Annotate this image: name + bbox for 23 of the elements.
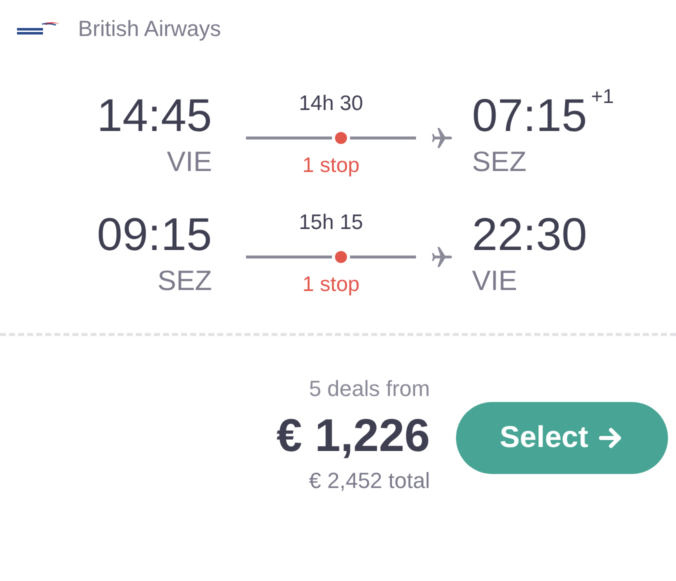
flight-duration: 14h 30 bbox=[298, 92, 364, 116]
airline-name: British Airways bbox=[78, 16, 222, 42]
departure-time: 09:15 bbox=[96, 211, 212, 257]
departure-time: 14:45 bbox=[96, 92, 212, 138]
stops-label: 1 stop bbox=[301, 273, 361, 297]
airport-code: VIE bbox=[472, 265, 518, 297]
airport-code: VIE bbox=[166, 146, 212, 178]
total-price: € 2,452 total bbox=[308, 468, 430, 494]
airport-code: SEZ bbox=[158, 265, 212, 297]
price: € 1,226 bbox=[276, 408, 430, 462]
arrival-time: 22:30 bbox=[472, 211, 588, 257]
select-button[interactable]: Select bbox=[456, 402, 668, 474]
deals-count: 5 deals from bbox=[308, 376, 430, 402]
flight-duration: 15h 15 bbox=[298, 211, 364, 235]
day-offset: +1 bbox=[591, 86, 614, 109]
route-line-icon bbox=[246, 132, 416, 144]
route-line-icon bbox=[246, 251, 416, 263]
stops-label: 1 stop bbox=[301, 154, 361, 178]
airport-code: SEZ bbox=[472, 146, 528, 178]
plane-icon bbox=[430, 245, 454, 269]
arrival-time: 07:15 bbox=[472, 92, 588, 138]
airline-logo-icon bbox=[16, 21, 60, 37]
plane-icon bbox=[430, 126, 454, 150]
